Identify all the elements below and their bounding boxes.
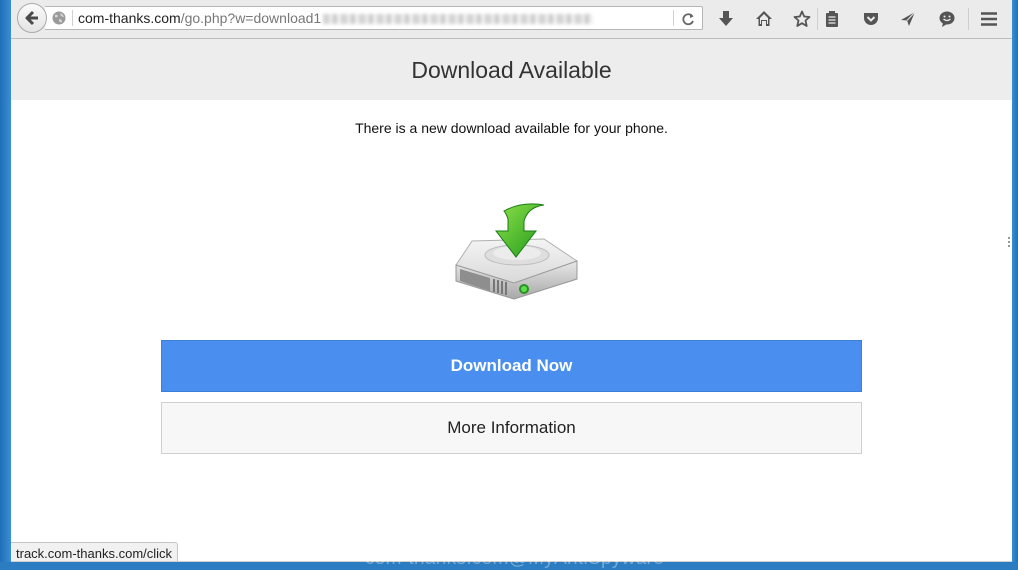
bookmark-star-icon[interactable] bbox=[793, 10, 811, 28]
navigation-toolbar: com-thanks.com/go.php?w=download1 bbox=[11, 0, 1012, 39]
watermark-text: com-thanks.com@MyAntiSpyware bbox=[365, 548, 665, 569]
url-host: com-thanks.com bbox=[78, 10, 181, 26]
desktop-background-right bbox=[1012, 0, 1018, 570]
home-icon[interactable] bbox=[755, 10, 773, 28]
status-link-preview: track.com-thanks.com/click bbox=[11, 542, 179, 562]
reload-separator bbox=[673, 10, 674, 26]
url-path: /go.php?w=download1 bbox=[180, 10, 322, 26]
resize-grip[interactable] bbox=[1008, 237, 1010, 249]
download-now-button[interactable]: Download Now bbox=[161, 340, 862, 392]
page-header: Download Available bbox=[11, 39, 1012, 100]
menu-icon[interactable] bbox=[980, 10, 998, 28]
back-arrow-icon bbox=[25, 10, 38, 26]
toolbar-separator bbox=[968, 8, 969, 30]
url-text[interactable]: com-thanks.com/go.php?w=download1 bbox=[78, 10, 594, 26]
page-subtitle: There is a new download available for yo… bbox=[355, 120, 668, 136]
back-button[interactable] bbox=[17, 3, 47, 33]
desktop-background-left bbox=[0, 0, 11, 570]
chat-icon[interactable] bbox=[938, 10, 956, 28]
toolbar-separator bbox=[817, 8, 818, 30]
more-information-button[interactable]: More Information bbox=[161, 402, 862, 454]
browser-window: com-thanks.com/go.php?w=download1 Downlo… bbox=[11, 0, 1012, 562]
download-icon[interactable] bbox=[717, 10, 735, 28]
pocket-icon[interactable] bbox=[862, 10, 880, 28]
page-content: Download Available There is a new downlo… bbox=[11, 39, 1012, 562]
send-icon[interactable] bbox=[899, 10, 917, 28]
reload-icon[interactable] bbox=[680, 11, 696, 27]
hard-drive-download-icon bbox=[455, 203, 578, 300]
address-bar-separator bbox=[72, 10, 73, 26]
page-title: Download Available bbox=[411, 57, 612, 83]
reading-list-icon[interactable] bbox=[823, 10, 841, 28]
globe-icon bbox=[52, 11, 66, 25]
url-obscured-query bbox=[323, 14, 594, 25]
address-bar[interactable]: com-thanks.com/go.php?w=download1 bbox=[45, 6, 703, 30]
